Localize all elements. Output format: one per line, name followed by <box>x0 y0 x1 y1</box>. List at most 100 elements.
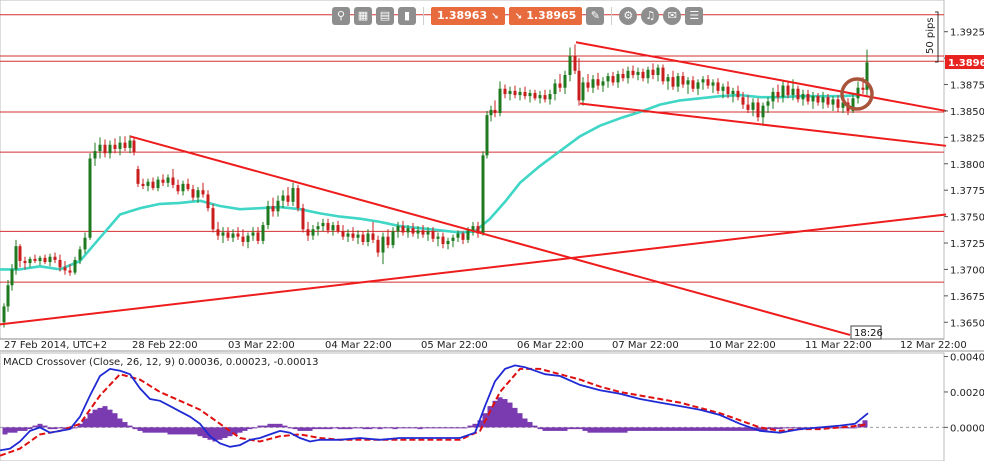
zoom-icon[interactable]: ⚲ <box>332 7 350 25</box>
chart-settings-icon[interactable]: ▦ <box>354 7 372 25</box>
macd-histogram-bar <box>282 425 288 428</box>
macd-histogram-bar <box>177 427 183 435</box>
macd-histogram-bar <box>272 423 278 428</box>
x-axis-tick-label: 12 Mar 22:00 <box>900 340 967 351</box>
candle-body <box>493 109 497 114</box>
candle-body <box>568 56 572 76</box>
candle-body <box>171 177 175 185</box>
candle-body <box>391 231 395 246</box>
macd-histogram-bar <box>417 427 423 430</box>
macd-histogram-bar <box>847 427 853 429</box>
candle-body <box>281 195 285 201</box>
candle-body <box>196 190 200 198</box>
candle-body <box>316 226 320 230</box>
macd-histogram-bar <box>617 427 623 433</box>
macd-histogram-bar <box>552 427 558 431</box>
macd-histogram-bar <box>577 427 583 430</box>
y-axis-tick-label: 1.38500 <box>950 107 984 118</box>
candle-body <box>88 158 92 238</box>
candle <box>88 153 92 240</box>
candle-body <box>485 115 489 156</box>
candle-body <box>736 90 740 98</box>
macd-histogram-bar <box>87 413 93 428</box>
macd-histogram-bar <box>327 427 333 430</box>
candle-body <box>631 70 635 76</box>
candle-body <box>671 77 675 87</box>
macd-histogram-bar <box>97 407 103 428</box>
candle-body <box>686 80 690 85</box>
candle-body <box>306 229 310 236</box>
candle-body <box>577 70 581 101</box>
candle-body <box>528 92 532 97</box>
candle-body <box>481 155 485 234</box>
macd-histogram-bar <box>782 427 788 429</box>
candle-body <box>336 225 340 232</box>
toolbar-divider <box>611 7 613 25</box>
candle-body <box>14 246 18 270</box>
candle-body <box>321 222 325 227</box>
macd-histogram-bar <box>442 427 448 429</box>
macd-histogram-bar <box>682 427 688 431</box>
candle-body <box>508 90 512 95</box>
buy-price-button[interactable]: ↘ 1.38965 <box>508 7 583 25</box>
macd-histogram-bar <box>42 425 48 428</box>
candle-body <box>816 96 820 103</box>
candle-body <box>701 79 705 83</box>
candle-body <box>231 233 235 238</box>
candle-body <box>191 189 195 198</box>
candle-body <box>236 233 240 237</box>
macd-histogram-bar <box>352 427 358 429</box>
y-axis-tick-label: 1.39250 <box>950 28 984 39</box>
bar-chart-icon[interactable]: ▤ <box>376 7 394 25</box>
chart-canvas[interactable]: 1.392501.390001.387501.385001.382501.380… <box>0 0 984 462</box>
candle-body <box>123 142 127 148</box>
macd-histogram-bar <box>502 399 508 428</box>
tools-icon[interactable]: ⚙ <box>619 7 638 25</box>
news-icon[interactable]: ✉ <box>663 7 682 25</box>
candle-body <box>856 87 860 99</box>
candle-body <box>696 82 700 89</box>
candles-icon[interactable]: ▮ <box>398 7 416 25</box>
candle-body <box>651 69 655 76</box>
candle-body <box>426 231 430 235</box>
candle-body <box>33 258 37 261</box>
candle-body <box>591 79 595 88</box>
candle-body <box>451 237 455 241</box>
candle-body <box>741 97 745 105</box>
candle-body <box>581 82 585 101</box>
trading-chart[interactable]: 1.392501.390001.387501.385001.382501.380… <box>0 0 984 462</box>
macd-histogram-bar <box>602 427 608 433</box>
candle-body <box>241 236 245 242</box>
candle-body <box>746 104 750 110</box>
candle-body <box>616 73 620 83</box>
macd-histogram-bar <box>612 427 618 433</box>
candle-body <box>246 235 250 242</box>
alert-icon[interactable]: ♫ <box>641 7 660 25</box>
candle-body <box>276 200 280 212</box>
macd-histogram-bar <box>122 422 128 428</box>
candle-body <box>58 259 62 268</box>
candle-body <box>711 82 715 86</box>
candle-body <box>771 91 775 102</box>
macd-histogram-bar <box>742 427 748 431</box>
macd-histogram-bar <box>407 427 413 429</box>
candle-body <box>371 233 375 240</box>
macd-histogram-bar <box>702 427 708 431</box>
macd-histogram-bar <box>532 425 538 428</box>
y-axis-tick-label: 1.37000 <box>950 265 984 276</box>
candle-body <box>611 76 615 83</box>
macd-histogram-bar <box>307 427 313 431</box>
sell-label: 1.38963 <box>437 9 488 22</box>
buy-arrow-icon: ↘ <box>514 12 523 22</box>
macd-histogram-bar <box>537 427 543 430</box>
macd-histogram-bar <box>467 425 473 428</box>
news-icon[interactable]: ☰ <box>685 7 704 25</box>
macd-histogram-bar <box>597 427 603 433</box>
candle-body <box>356 234 360 238</box>
candle-body <box>776 91 780 98</box>
macd-histogram-bar <box>667 427 673 431</box>
trade-panel-icon[interactable]: ✎ <box>586 7 605 25</box>
candle-body <box>216 229 220 236</box>
y-axis-tick-label: 1.38250 <box>950 133 984 144</box>
sell-price-button[interactable]: 1.38963 ↘ <box>431 7 505 25</box>
